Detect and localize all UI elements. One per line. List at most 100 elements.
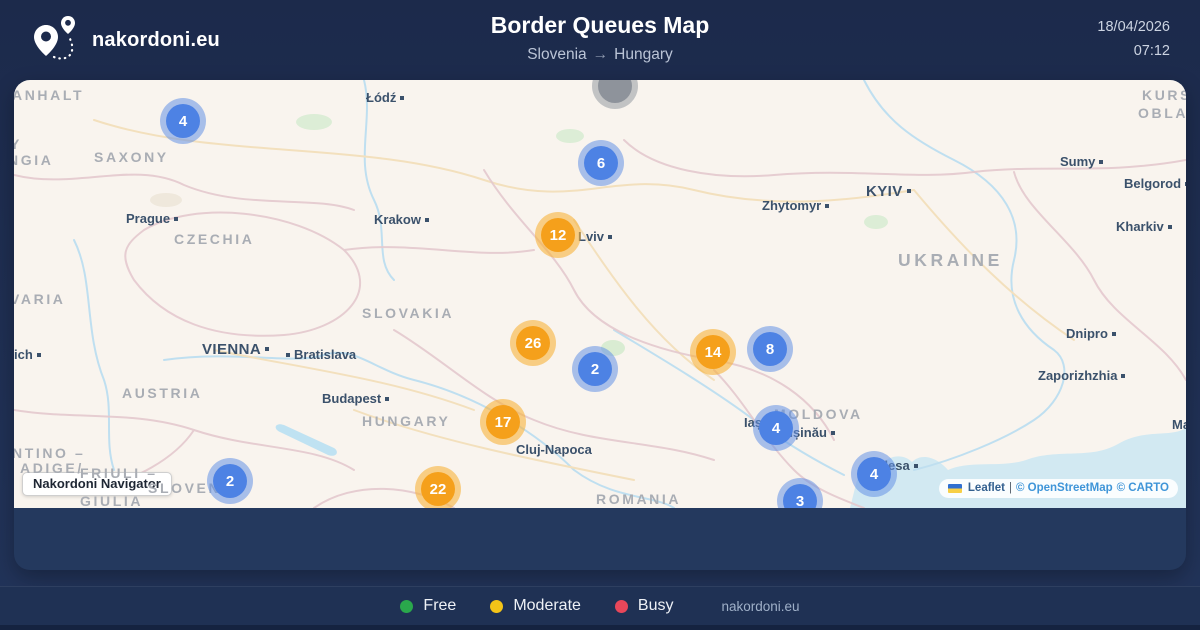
queue-marker[interactable]: 2 bbox=[207, 458, 253, 504]
queue-marker[interactable]: 14 bbox=[690, 329, 736, 375]
map-label: Zhytomyr bbox=[762, 198, 830, 213]
route-arrow-icon: → bbox=[592, 46, 609, 63]
city-dot-icon bbox=[400, 95, 405, 100]
map-label: GIULIA bbox=[80, 493, 144, 508]
legend-dot-icon bbox=[400, 599, 414, 613]
map-label: Kharkiv bbox=[1116, 219, 1172, 234]
city-dot-icon bbox=[830, 430, 835, 435]
queue-marker[interactable]: 12 bbox=[535, 212, 581, 258]
nakordoni-pins-logo-icon bbox=[30, 15, 80, 66]
map-label: OBLAST bbox=[1138, 105, 1186, 121]
queue-marker-value: 2 bbox=[213, 464, 247, 498]
city-dot-icon bbox=[1099, 159, 1104, 164]
attribution: Leaflet | © OpenStreetMap © CARTO bbox=[938, 479, 1178, 498]
map-label: Bratislava bbox=[286, 347, 356, 362]
city-dot-icon bbox=[906, 189, 911, 194]
map-label: NGIA bbox=[14, 152, 54, 168]
page-title: Border Queues Map bbox=[490, 12, 710, 38]
legend-label: Busy bbox=[637, 597, 674, 614]
queue-marker[interactable]: 17 bbox=[480, 399, 526, 445]
city-dot-icon bbox=[1111, 331, 1116, 336]
route-subtitle: Slovenia → Hungary bbox=[491, 46, 710, 64]
city-dot-icon bbox=[385, 396, 390, 401]
queue-marker-value: 8 bbox=[753, 332, 787, 366]
queue-marker-value bbox=[598, 80, 632, 103]
route-from: Slovenia bbox=[527, 46, 587, 63]
map[interactable]: Nakordoni Navigator Leaflet | © OpenStre… bbox=[14, 80, 1186, 508]
city-dot-icon bbox=[1167, 224, 1172, 229]
city-dot-icon bbox=[1121, 373, 1126, 378]
time-label: 07:12 bbox=[1133, 43, 1170, 59]
queue-marker-value: 4 bbox=[857, 457, 891, 491]
brand: nakordoni.eu bbox=[30, 15, 220, 66]
queue-marker-value: 14 bbox=[696, 335, 730, 369]
map-label: Budapest bbox=[322, 391, 390, 406]
brand-name: nakordoni.eu bbox=[92, 28, 220, 51]
title-block: Border Queues Map Slovenia → Hungary bbox=[491, 12, 710, 64]
queue-marker-value: 22 bbox=[421, 472, 455, 506]
map-label: Łódź bbox=[366, 90, 405, 105]
map-label: KURSK bbox=[1142, 87, 1186, 103]
queue-marker[interactable]: 4 bbox=[160, 98, 206, 144]
city-dot-icon bbox=[286, 352, 290, 357]
leaflet-link[interactable]: Leaflet bbox=[968, 482, 1005, 494]
map-label: ANHALT bbox=[14, 87, 85, 103]
map-label: AUSTRIA bbox=[122, 385, 203, 401]
queue-marker-value: 6 bbox=[584, 146, 618, 180]
map-label: Belgorod bbox=[1124, 176, 1186, 191]
queue-marker[interactable]: 2 bbox=[572, 346, 618, 392]
ukraine-flag-icon bbox=[947, 483, 962, 493]
queue-marker-value: 2 bbox=[578, 352, 612, 386]
map-label: Dnipro bbox=[1066, 326, 1116, 341]
map-label: VIENNA bbox=[202, 341, 270, 359]
legend-label: Free bbox=[423, 597, 457, 614]
map-card: Nakordoni Navigator Leaflet | © OpenStre… bbox=[14, 80, 1186, 570]
map-label: FRIULI – bbox=[80, 465, 158, 481]
map-label: SLOVAKIA bbox=[362, 305, 455, 321]
map-label: Prague bbox=[126, 211, 179, 226]
openstreetmap-link[interactable]: © OpenStreetMap bbox=[1016, 482, 1113, 494]
city-dot-icon bbox=[174, 216, 179, 221]
queue-marker-value: 4 bbox=[759, 411, 793, 445]
queue-marker[interactable]: 8 bbox=[747, 326, 793, 372]
map-label: VARIA bbox=[14, 291, 66, 307]
map-label: ROMANIA bbox=[596, 491, 682, 507]
queue-marker-value: 17 bbox=[486, 405, 520, 439]
queue-marker[interactable]: 4 bbox=[753, 405, 799, 451]
queue-marker[interactable]: 4 bbox=[851, 451, 897, 497]
queue-marker-value: 3 bbox=[783, 484, 817, 508]
footer-brand: nakordoni.eu bbox=[721, 598, 800, 614]
queue-marker-value: 26 bbox=[516, 326, 550, 360]
map-label: UKRAINE bbox=[898, 250, 1003, 270]
attribution-separator: | bbox=[1008, 482, 1012, 494]
city-dot-icon bbox=[913, 463, 918, 468]
map-label: Lviv bbox=[578, 229, 613, 244]
carto-link[interactable]: © CARTO bbox=[1117, 482, 1169, 494]
map-label: Zaporizhzhia bbox=[1038, 368, 1126, 383]
legend-label: Moderate bbox=[513, 597, 581, 614]
city-dot-icon bbox=[424, 217, 429, 222]
map-label: SAXONY bbox=[94, 149, 169, 165]
legend-dot-icon bbox=[614, 599, 628, 613]
queue-marker[interactable]: 6 bbox=[578, 140, 624, 186]
date-label: 18/04/2026 bbox=[1097, 19, 1170, 36]
map-label: Ma bbox=[1172, 417, 1186, 432]
footer-legend: Free Moderate Busy nakordoni.eu bbox=[0, 586, 1200, 625]
city-dot-icon bbox=[36, 352, 41, 357]
city-dot-icon bbox=[1185, 181, 1186, 186]
datetime: 18/04/2026 07:12 bbox=[1097, 16, 1170, 64]
map-label: HUNGARY bbox=[362, 413, 451, 429]
map-label: ich bbox=[14, 347, 41, 362]
map-label: Y bbox=[14, 136, 22, 152]
bottom-strip bbox=[0, 625, 1200, 630]
queue-marker-value: 12 bbox=[541, 218, 575, 252]
queue-marker-value: 4 bbox=[166, 104, 200, 138]
queue-marker[interactable]: 26 bbox=[510, 320, 556, 366]
queue-marker[interactable]: 22 bbox=[415, 466, 461, 508]
map-label: KYIV bbox=[866, 183, 911, 201]
map-label: Sumy bbox=[1060, 154, 1104, 169]
city-dot-icon bbox=[608, 234, 613, 239]
legend-dot-icon bbox=[490, 599, 504, 613]
map-label: Krakow bbox=[374, 212, 429, 227]
header: nakordoni.eu Border Queues Map Slovenia →… bbox=[0, 0, 1200, 80]
